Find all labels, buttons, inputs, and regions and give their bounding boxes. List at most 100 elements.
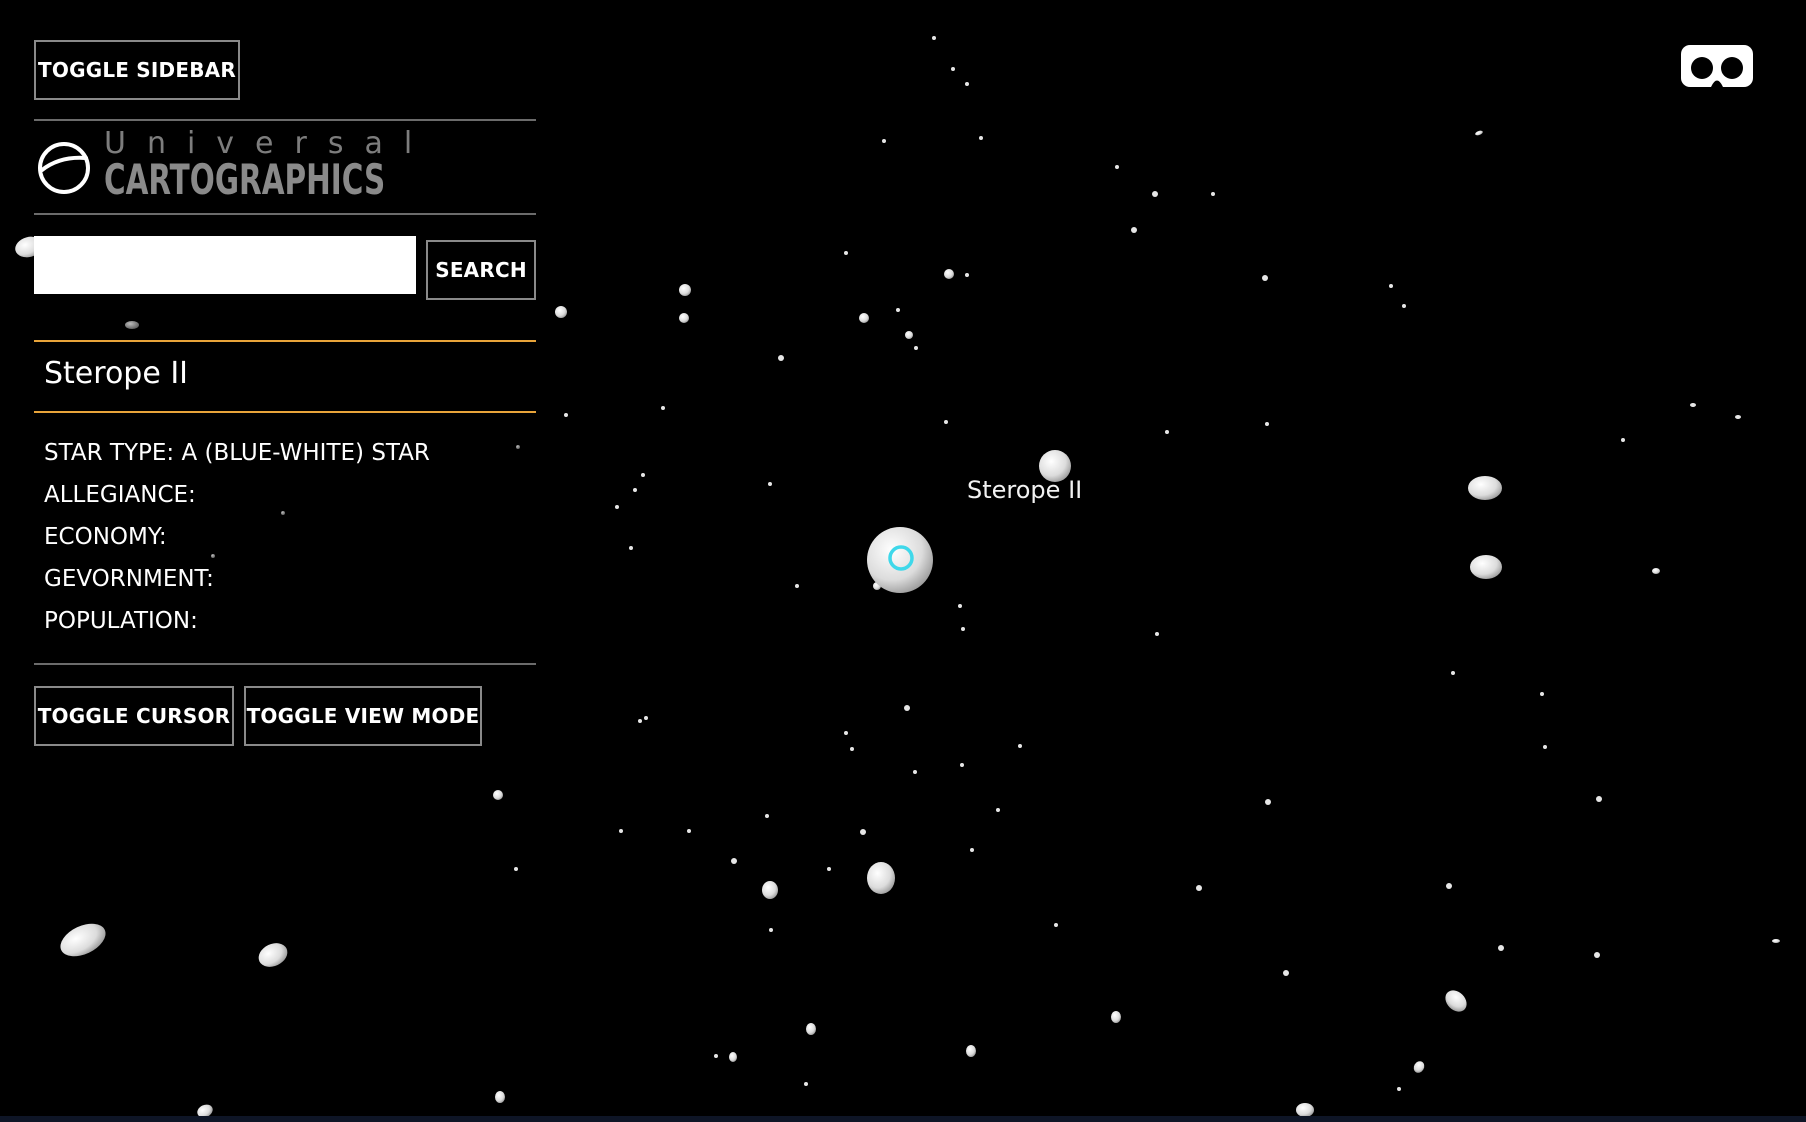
star-point[interactable] [769, 928, 773, 932]
star-point[interactable] [970, 848, 974, 852]
star-point[interactable] [1155, 632, 1159, 636]
star-point[interactable] [1397, 1087, 1401, 1091]
star-point[interactable] [795, 584, 799, 588]
star-point[interactable] [1596, 796, 1602, 802]
toggle-view-mode-button[interactable]: TOGGLE VIEW MODE [244, 686, 482, 746]
star-point[interactable] [555, 306, 567, 318]
selected-star[interactable] [867, 527, 933, 593]
star-point[interactable] [860, 829, 866, 835]
search-button[interactable]: SEARCH [426, 240, 536, 300]
star-point[interactable] [996, 808, 1000, 812]
star-point[interactable] [1441, 986, 1471, 1016]
star-point[interactable] [1018, 744, 1022, 748]
star-point[interactable] [1594, 952, 1600, 958]
star-point[interactable] [806, 1023, 816, 1035]
star-map-viewport[interactable]: Sterope II TOGGLE SIDEBAR Universal CART… [0, 0, 1806, 1122]
star-point[interactable] [1115, 165, 1119, 169]
star-point[interactable] [844, 731, 848, 735]
star-point[interactable] [125, 321, 139, 329]
star-point[interactable] [965, 273, 969, 277]
star-point[interactable] [1265, 422, 1269, 426]
star-point[interactable] [1211, 192, 1215, 196]
star-point[interactable] [211, 554, 215, 558]
vr-headset-icon[interactable] [1680, 44, 1754, 88]
star-point[interactable] [679, 284, 691, 296]
star-point[interactable] [904, 705, 910, 711]
star-point[interactable] [932, 36, 936, 40]
star-point[interactable] [1262, 275, 1268, 281]
star-point[interactable] [1451, 671, 1455, 675]
star-point[interactable] [958, 604, 962, 608]
star-point[interactable] [905, 331, 913, 339]
star-point[interactable] [1402, 304, 1406, 308]
star-point[interactable] [765, 814, 769, 818]
star-point[interactable] [731, 858, 737, 864]
star-point[interactable] [638, 719, 642, 723]
star-point[interactable] [729, 1052, 737, 1062]
star-point[interactable] [850, 747, 854, 751]
star-point[interactable] [778, 355, 784, 361]
star-point[interactable] [1131, 227, 1137, 233]
star-point[interactable] [961, 627, 965, 631]
star-point[interactable] [619, 829, 623, 833]
star-point[interactable] [965, 82, 969, 86]
star-point[interactable] [944, 420, 948, 424]
star-point[interactable] [1265, 799, 1271, 805]
star-point[interactable] [979, 136, 983, 140]
star-point[interactable] [633, 488, 637, 492]
star-point[interactable] [867, 862, 895, 894]
star-point[interactable] [55, 917, 110, 963]
star-point[interactable] [844, 251, 848, 255]
star-point[interactable] [1468, 476, 1502, 500]
star-point[interactable] [1652, 568, 1660, 574]
star-point[interactable] [827, 867, 831, 871]
star-point[interactable] [804, 1082, 808, 1086]
star-point[interactable] [564, 413, 568, 417]
star-point[interactable] [951, 67, 955, 71]
star-point[interactable] [1389, 284, 1393, 288]
star-point[interactable] [714, 1054, 718, 1058]
star-point[interactable] [1470, 555, 1502, 579]
search-input[interactable] [34, 236, 416, 294]
star-point[interactable] [641, 473, 645, 477]
star-point[interactable] [644, 716, 648, 720]
star-point[interactable] [514, 867, 518, 871]
star-point[interactable] [1165, 430, 1169, 434]
star-point[interactable] [495, 1091, 505, 1103]
star-point[interactable] [1296, 1103, 1314, 1117]
star-point[interactable] [1412, 1059, 1427, 1074]
star-point[interactable] [1111, 1011, 1121, 1023]
star-point[interactable] [615, 505, 619, 509]
star-point[interactable] [762, 881, 778, 899]
toggle-cursor-button[interactable]: TOGGLE CURSOR [34, 686, 234, 746]
star-point[interactable] [914, 346, 918, 350]
star-point[interactable] [913, 770, 917, 774]
star-point[interactable] [661, 406, 665, 410]
star-point[interactable] [1735, 415, 1741, 419]
star-point[interactable] [966, 1045, 976, 1057]
star-point[interactable] [281, 511, 285, 515]
star-point[interactable] [1690, 403, 1696, 407]
star-point[interactable] [1475, 130, 1484, 136]
star-point[interactable] [1152, 191, 1158, 197]
star-point[interactable] [629, 546, 633, 550]
star-point[interactable] [1772, 939, 1780, 943]
star-point[interactable] [1621, 438, 1625, 442]
star-point[interactable] [255, 939, 291, 972]
star-point[interactable] [1543, 745, 1547, 749]
star-point[interactable] [679, 313, 689, 323]
star-point[interactable] [687, 829, 691, 833]
star-point[interactable] [1498, 945, 1504, 951]
star-point[interactable] [493, 790, 503, 800]
star-point[interactable] [1540, 692, 1544, 696]
star-point[interactable] [960, 763, 964, 767]
star-point[interactable] [1446, 883, 1452, 889]
star-point[interactable] [1196, 885, 1202, 891]
toggle-sidebar-button[interactable]: TOGGLE SIDEBAR [34, 40, 240, 100]
star-point[interactable] [1054, 923, 1058, 927]
star-map-label[interactable]: Sterope II [967, 476, 1082, 504]
star-point[interactable] [896, 308, 900, 312]
star-point[interactable] [1283, 970, 1289, 976]
star-point[interactable] [859, 313, 869, 323]
star-point[interactable] [516, 445, 520, 449]
